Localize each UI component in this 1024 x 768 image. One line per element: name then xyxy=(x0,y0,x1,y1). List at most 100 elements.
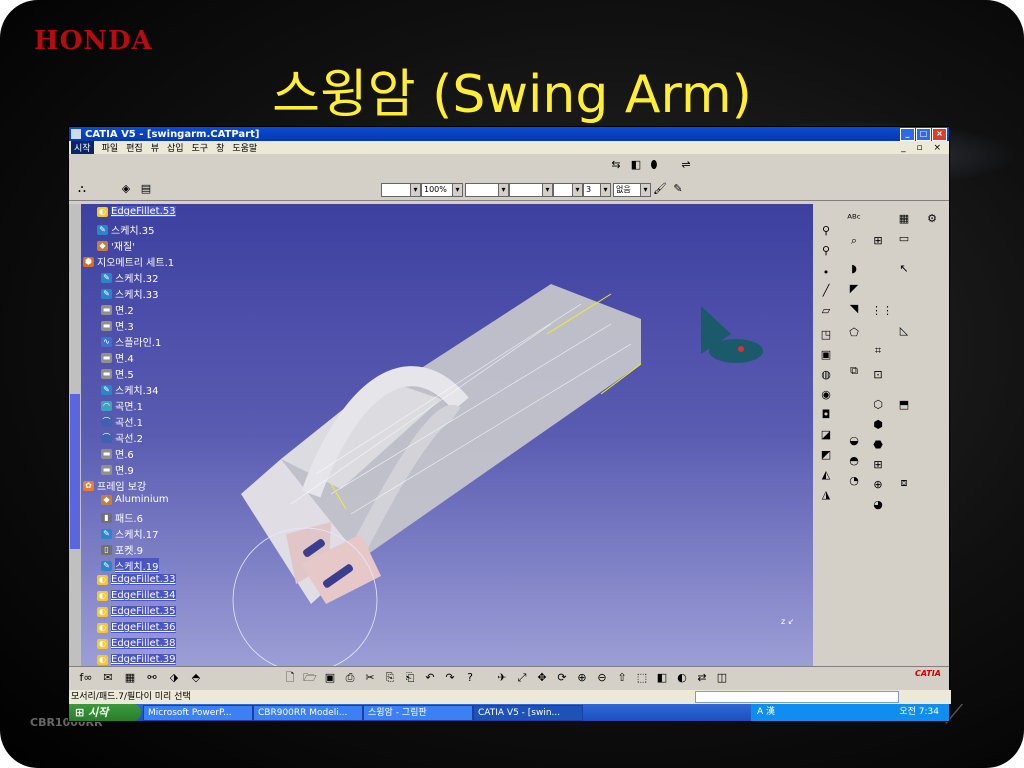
fillet-tool-icon[interactable]: ◗ xyxy=(847,262,861,276)
tree-item[interactable]: ✿ 프레임 보강 xyxy=(83,478,146,493)
menu-edit[interactable]: 편집 xyxy=(126,141,143,154)
tree-item[interactable]: ▬ 면.5 xyxy=(101,366,134,381)
analysis-icon[interactable]: ⇌ xyxy=(679,158,693,172)
tree-item[interactable]: ▬ 면.4 xyxy=(101,350,134,365)
fit-all-icon[interactable]: ⤢ xyxy=(515,671,529,685)
measure-icon[interactable]: ◓ xyxy=(847,454,861,468)
slot-icon[interactable]: ◩ xyxy=(819,448,833,462)
comment-icon[interactable]: ✉ xyxy=(101,671,115,685)
cube-icon[interactable]: ⬒ xyxy=(897,398,911,412)
color-tool-icon[interactable]: ◈ xyxy=(119,182,133,196)
remove-icon[interactable]: ⬣ xyxy=(871,438,885,452)
tree-item[interactable]: ◆ Aluminium xyxy=(101,494,169,505)
tree-item[interactable]: ◐ EdgeFillet.35 xyxy=(97,606,176,617)
zoom-out-icon[interactable]: ⊖ xyxy=(595,671,609,685)
tree-item[interactable]: ◐ EdgeFillet.33 xyxy=(97,574,176,585)
print-icon[interactable]: ⎙ xyxy=(343,671,357,685)
menu-insert[interactable]: 삽입 xyxy=(167,141,184,154)
tree-item[interactable]: ✎ 스케치.33 xyxy=(101,286,159,301)
viewport[interactable]: z ↙ ◐ EdgeFillet.53 ✎ 스케치.35 ◆ '재질' ⬢ 지오메트리 세트.… xyxy=(81,204,813,673)
apply-icon[interactable]: ◔ xyxy=(847,474,861,488)
tree-item[interactable]: ✎ 스케치.35 xyxy=(97,222,155,237)
tree-item[interactable]: ✎ 스케치.34 xyxy=(101,382,159,397)
tree-item[interactable]: ◐ EdgeFillet.38 xyxy=(97,638,176,649)
constraint-tool-icon[interactable]: ◺ xyxy=(897,324,911,338)
pad-tool-icon[interactable]: ◳ xyxy=(819,328,833,342)
swap-icon[interactable]: ⇄ xyxy=(695,671,709,685)
menu-view[interactable]: 뷰 xyxy=(151,141,159,154)
cursor-icon[interactable]: ↖ xyxy=(897,262,911,276)
open-icon[interactable]: 🗁 xyxy=(303,671,317,685)
tree-item[interactable]: ⌒ 곡선.1 xyxy=(101,414,143,429)
menu-tools[interactable]: 도구 xyxy=(192,141,209,154)
hide-show-icon[interactable]: ◐ xyxy=(675,671,689,685)
tree-item[interactable]: ◆ '재질' xyxy=(97,238,135,253)
task-paint[interactable]: 스윙암 - 그림판 xyxy=(363,705,473,721)
layer-select[interactable]: 없음 xyxy=(613,183,651,197)
whats-this-icon[interactable]: ? xyxy=(463,671,477,685)
table-icon[interactable]: ▦ xyxy=(123,671,137,685)
clock[interactable]: 오전 7:34 xyxy=(899,704,939,721)
paste-icon[interactable]: ⎗ xyxy=(403,671,417,685)
sketch-tool-2-icon[interactable]: ⚲ xyxy=(819,244,833,258)
layer-number-select[interactable]: 3 xyxy=(583,183,611,197)
close-button[interactable]: × xyxy=(932,127,947,141)
new-icon[interactable]: 🗋 xyxy=(283,671,297,685)
transform-icon[interactable]: ⊞ xyxy=(871,234,885,248)
point-icon[interactable]: • xyxy=(819,266,833,280)
line-icon[interactable]: ╱ xyxy=(819,284,833,298)
task-catia[interactable]: CATIA V5 - [swin... xyxy=(473,705,583,721)
shaft-icon[interactable]: ◍ xyxy=(819,368,833,382)
point-type-select[interactable] xyxy=(553,183,583,197)
minimize-button[interactable]: _ xyxy=(900,127,915,141)
menu-file[interactable]: 파일 xyxy=(102,141,119,154)
rotate-icon[interactable]: ⟳ xyxy=(555,671,569,685)
loft-icon[interactable]: ◮ xyxy=(819,488,833,502)
normal-view-tool-icon[interactable]: ⇧ xyxy=(615,671,629,685)
chamfer-icon[interactable]: ◤ xyxy=(847,282,861,296)
ime-indicator[interactable]: A 漢 xyxy=(757,704,775,721)
constraint-icon[interactable]: ◧ xyxy=(629,158,643,172)
3d-canvas[interactable]: z ↙ ◐ EdgeFillet.53 ✎ 스케치.35 ◆ '재질' ⬢ 지오메트리 세트.… xyxy=(81,204,813,673)
draft-icon[interactable]: ◥ xyxy=(847,302,861,316)
shell-icon[interactable]: ⬠ xyxy=(847,326,861,340)
tree-item[interactable]: ◐ EdgeFillet.36 xyxy=(97,622,176,633)
fly-icon[interactable]: ✈ xyxy=(495,671,509,685)
tree-item[interactable]: ✎ 스케치.32 xyxy=(101,270,159,285)
update-icon[interactable]: ⇆ xyxy=(609,158,623,172)
material-tool-icon[interactable]: ◒ xyxy=(847,434,861,448)
groove-icon[interactable]: ◉ xyxy=(819,388,833,402)
shading-icon[interactable]: ◧ xyxy=(655,671,669,685)
tree-item[interactable]: ⌒ 곡선.2 xyxy=(101,430,143,445)
scrollbar-thumb[interactable] xyxy=(70,394,80,549)
copy-icon[interactable]: ⎘ xyxy=(383,671,397,685)
tree-item[interactable]: ∿ 스플라인.1 xyxy=(101,334,161,349)
formula-icon[interactable]: f∞ xyxy=(79,671,93,685)
tree-item[interactable]: ▮ 패드.6 xyxy=(101,510,143,525)
menu-window[interactable]: 창 xyxy=(216,141,224,154)
axis-icon[interactable]: ⊕ xyxy=(871,478,885,492)
pocket-tool-icon[interactable]: ▣ xyxy=(819,348,833,362)
undo-icon[interactable]: ↶ xyxy=(423,671,437,685)
line-weight-select[interactable] xyxy=(509,183,553,197)
doc-window-controls[interactable]: _ ▫ × xyxy=(901,143,945,153)
cut-icon[interactable]: ✂ xyxy=(363,671,377,685)
start-button[interactable]: ⊞ 시작 xyxy=(69,704,141,721)
sketch-tool-icon[interactable]: ⚲ xyxy=(819,224,833,238)
tree-item[interactable]: ◐ EdgeFillet.53 xyxy=(97,206,176,217)
boolean-icon[interactable]: ⬡ xyxy=(871,398,885,412)
tree-item[interactable]: ⬢ 지오메트리 세트.1 xyxy=(83,254,174,269)
thread-icon[interactable]: ◕ xyxy=(871,498,885,512)
line-style-select[interactable] xyxy=(465,183,509,197)
snap-icon[interactable]: ⌗ xyxy=(871,344,885,358)
plane-icon[interactable]: ▱ xyxy=(819,304,833,318)
abc-icon[interactable]: ᴬᴮᶜ xyxy=(847,212,861,226)
fill-icon[interactable]: ⬮ xyxy=(647,158,661,172)
mirror-icon[interactable]: ⧉ xyxy=(847,364,861,378)
tree-item[interactable]: ▬ 면.6 xyxy=(101,446,134,461)
layer-tool-icon[interactable]: ▤ xyxy=(139,182,153,196)
stiffener-icon[interactable]: ◭ xyxy=(819,468,833,482)
settings-icon[interactable]: ⚙ xyxy=(925,212,939,226)
pattern-icon[interactable]: ⋮⋮ xyxy=(871,304,893,318)
menu-start[interactable]: 시작 xyxy=(71,141,94,154)
